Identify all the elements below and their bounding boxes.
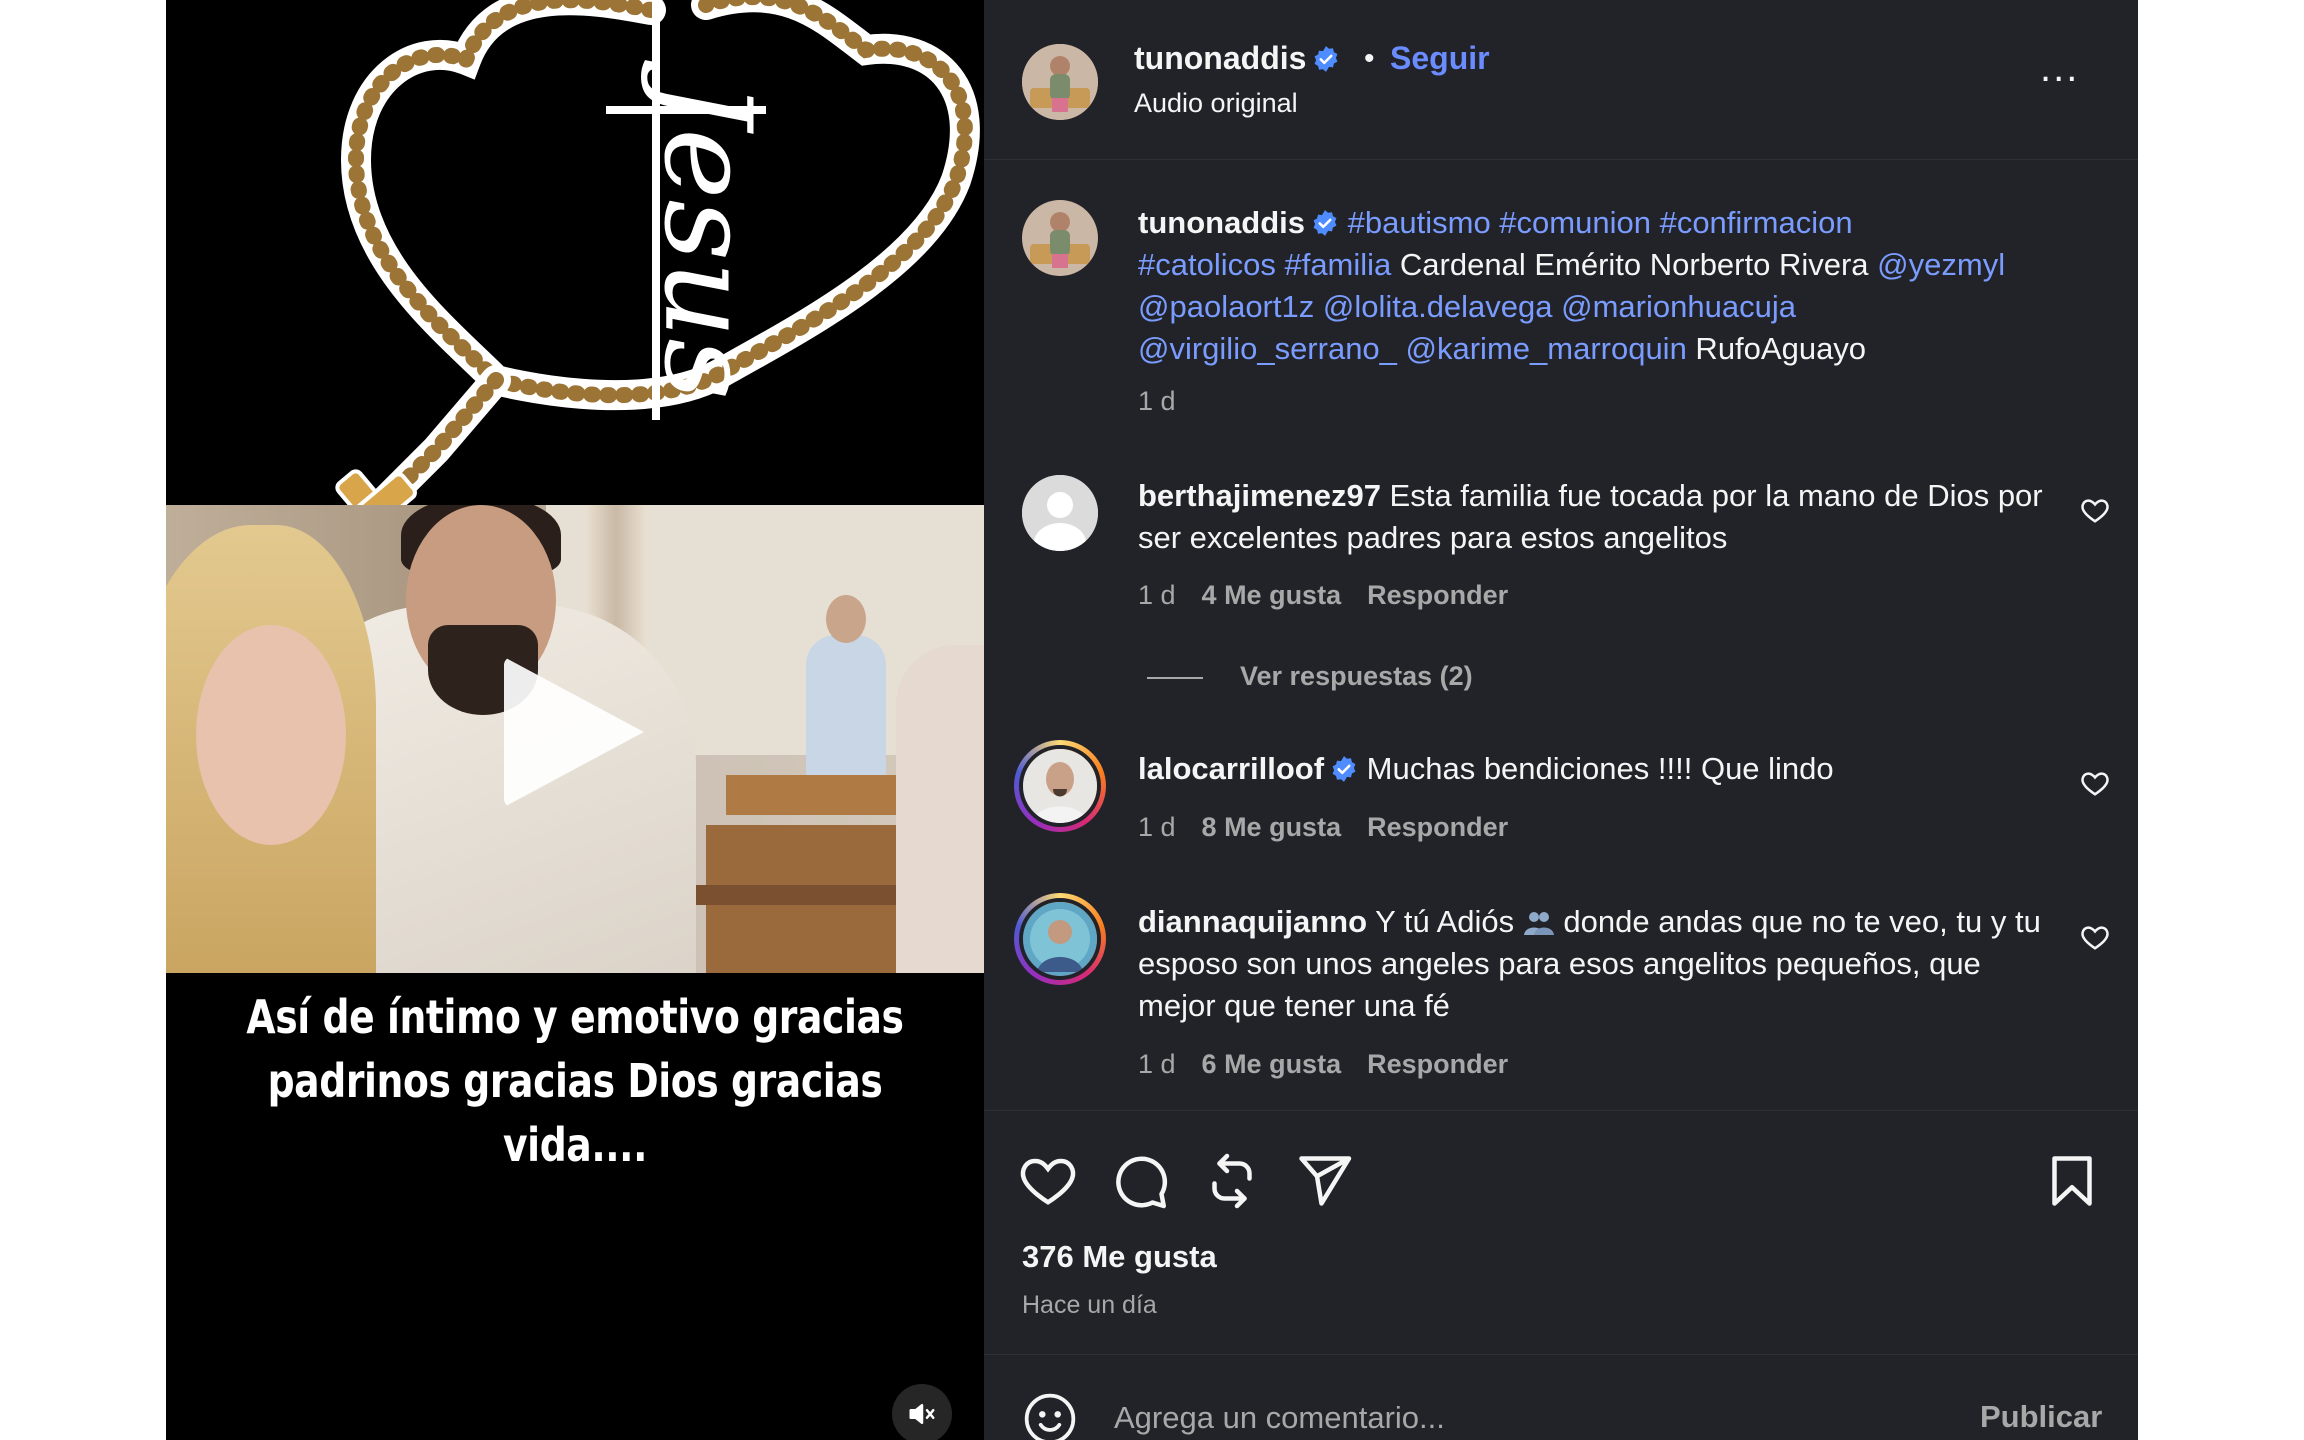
- heart-icon[interactable]: [1018, 1151, 1078, 1211]
- comment-username[interactable]: berthajimenez97: [1138, 478, 1381, 513]
- comment: diannaquijanno Y tú Adiós donde andas qu…: [1138, 901, 2058, 1027]
- video-caption-line: vida....: [502, 1118, 648, 1172]
- reply-button[interactable]: Responder: [1367, 1049, 1508, 1079]
- more-options-icon[interactable]: ...: [2040, 48, 2079, 88]
- verified-badge-icon: [1314, 46, 1338, 72]
- rosary-script-text: Jesus: [637, 59, 776, 400]
- comment-likes[interactable]: 4 Me gusta: [1202, 580, 1342, 610]
- avatar[interactable]: [1022, 44, 1098, 120]
- post-author-username[interactable]: tunonaddis: [1134, 40, 1340, 77]
- comment-input[interactable]: [1114, 1395, 1914, 1440]
- heart-icon[interactable]: [2080, 768, 2110, 798]
- avatar[interactable]: [1014, 893, 1106, 985]
- avatar-image: [1023, 749, 1097, 823]
- comment-likes[interactable]: 6 Me gusta: [1202, 1049, 1342, 1079]
- post-timestamp[interactable]: Hace un día: [1022, 1291, 1157, 1320]
- emoji-icon[interactable]: [1022, 1391, 1078, 1440]
- avatar-image: [1022, 44, 1098, 120]
- bookmark-icon[interactable]: [2042, 1151, 2102, 1211]
- muted-speaker-icon: [909, 1404, 935, 1424]
- caption-text: RufoAguayo: [1686, 331, 1867, 366]
- caption-meta: 1 d: [1138, 386, 1202, 417]
- caption-hashtags[interactable]: #catolicos #familia: [1138, 247, 1391, 282]
- comment-meta: 1 d 6 Me gusta Responder: [1138, 1049, 1534, 1080]
- repost-icon[interactable]: [1202, 1151, 1262, 1211]
- comment-time[interactable]: 1 d: [1138, 1049, 1176, 1079]
- avatar[interactable]: [1022, 475, 1098, 551]
- reply-button[interactable]: Responder: [1367, 812, 1508, 842]
- comment-username[interactable]: diannaquijanno: [1138, 904, 1367, 939]
- share-icon[interactable]: [1294, 1151, 1354, 1211]
- comment-username[interactable]: lalocarrilloof: [1138, 751, 1324, 786]
- mute-toggle-button[interactable]: [892, 1384, 952, 1440]
- post-header: tunonaddis • Seguir Audio original ...: [984, 0, 2138, 160]
- verified-badge-icon: [1313, 210, 1337, 236]
- avatar-image: [1023, 902, 1097, 976]
- likes-count[interactable]: 376 Me gusta: [1022, 1239, 1217, 1275]
- original-audio-link[interactable]: Audio original: [1134, 88, 1298, 119]
- replies-divider: [1147, 677, 1203, 679]
- comment-time[interactable]: 1 d: [1138, 580, 1176, 610]
- caption-mention[interactable]: @virgilio_serrano_ @karime_marroquin: [1138, 331, 1687, 366]
- post-actions-bar: 376 Me gusta Hace un día: [984, 1110, 2138, 1350]
- comment-text: Muchas bendiciones !!!! Que lindo: [1358, 751, 1834, 786]
- heart-icon[interactable]: [2080, 495, 2110, 525]
- comment-time[interactable]: 1 d: [1138, 812, 1176, 842]
- verified-badge-icon: [1332, 756, 1356, 782]
- post-media[interactable]: Jesus Así de íntimo y emotivo gracias pa…: [166, 0, 984, 1440]
- avatar[interactable]: [1022, 200, 1098, 276]
- comment: berthajimenez97 Esta familia fue tocada …: [1138, 475, 2058, 559]
- people-emoji-icon: [1523, 912, 1554, 935]
- video-caption-line: padrinos gracias Dios gracias: [267, 1054, 883, 1108]
- add-comment-bar: Publicar: [984, 1354, 2138, 1440]
- video-caption-line: Así de íntimo y emotivo gracias: [246, 990, 904, 1044]
- default-avatar-icon: [1022, 475, 1098, 551]
- heart-icon[interactable]: [2080, 922, 2110, 952]
- caption-time[interactable]: 1 d: [1138, 386, 1176, 416]
- view-replies-button[interactable]: Ver respuestas (2): [1240, 661, 1473, 692]
- publish-button[interactable]: Publicar: [1980, 1399, 2102, 1435]
- comment-meta: 1 d 8 Me gusta Responder: [1138, 812, 1534, 843]
- avatar[interactable]: [1014, 740, 1106, 832]
- caption-mention[interactable]: @paolaort1z @lolita.delavega @marionhuac…: [1138, 289, 1796, 324]
- caption-mention[interactable]: @yezmyl: [1877, 247, 2005, 282]
- comment: lalocarrilloof Muchas bendiciones !!!! Q…: [1138, 748, 2058, 790]
- video-caption: Así de íntimo y emotivo gracias padrinos…: [240, 985, 911, 1177]
- caption-username[interactable]: tunonaddis: [1138, 205, 1305, 240]
- comment-text: Y tú Adiós: [1367, 904, 1523, 939]
- reply-button[interactable]: Responder: [1367, 580, 1508, 610]
- comment-meta: 1 d 4 Me gusta Responder: [1138, 580, 1534, 611]
- post-caption: tunonaddis #bautismo #comunion #confirma…: [1138, 202, 2078, 370]
- avatar-image: [1022, 200, 1098, 276]
- post-side-panel: tunonaddis • Seguir Audio original ... t…: [984, 0, 2138, 1440]
- play-icon[interactable]: [504, 657, 644, 807]
- header-separator: •: [1364, 42, 1375, 75]
- caption-text: Cardenal Emérito Norberto Rivera: [1391, 247, 1878, 282]
- comment-icon[interactable]: [1110, 1151, 1170, 1211]
- comment-likes[interactable]: 8 Me gusta: [1202, 812, 1342, 842]
- follow-button[interactable]: Seguir: [1390, 40, 1490, 77]
- caption-hashtags[interactable]: #bautismo #comunion #confirmacion: [1348, 205, 1853, 240]
